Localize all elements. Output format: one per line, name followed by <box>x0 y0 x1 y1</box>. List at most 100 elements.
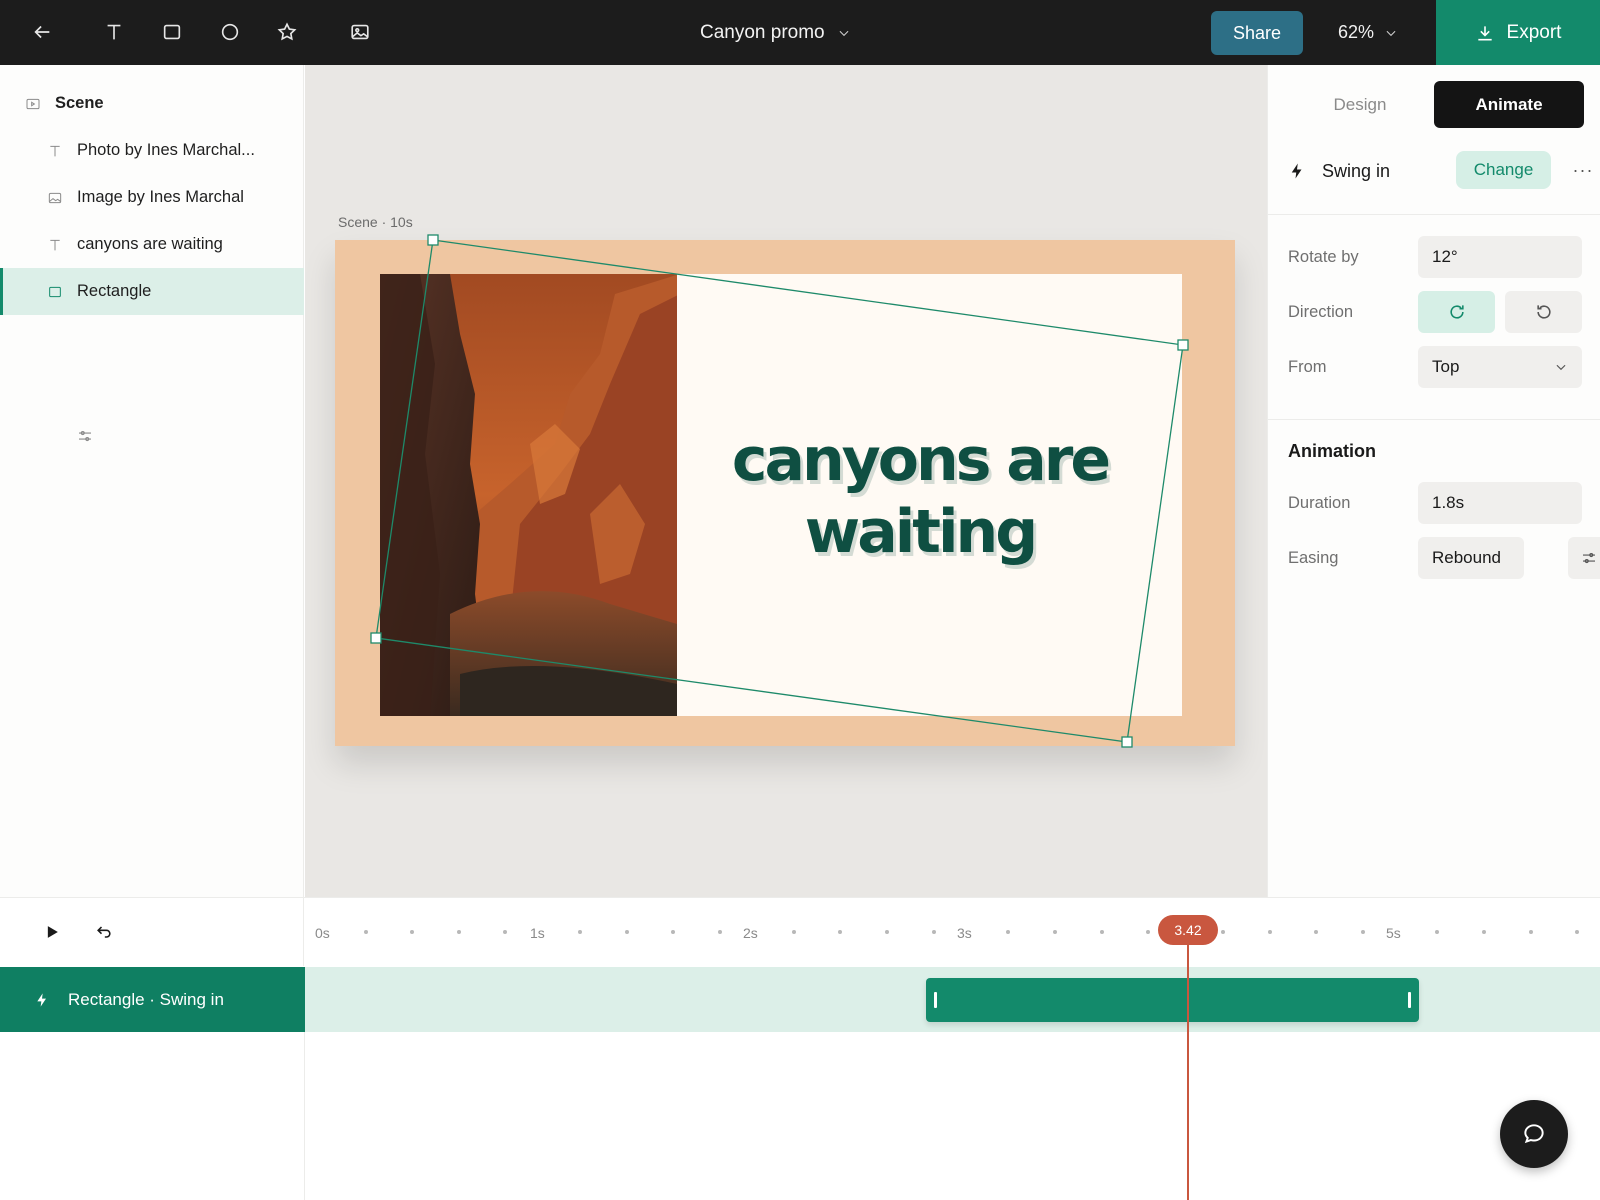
from-select[interactable]: Top <box>1418 346 1582 388</box>
rotate-label: Rotate by <box>1288 248 1359 266</box>
sliders-icon[interactable] <box>76 427 96 447</box>
text-tool-icon[interactable] <box>98 16 130 48</box>
tick-dot <box>838 930 842 934</box>
tab-design[interactable]: Design <box>1285 81 1435 128</box>
tick-dot <box>503 930 507 934</box>
animation-name: Swing in <box>1322 160 1391 181</box>
scene-icon <box>24 95 42 113</box>
layer-label: Image by Ines Marchal <box>77 188 244 206</box>
more-options-icon[interactable]: ··· <box>1570 157 1596 183</box>
tick-dot <box>1575 930 1579 934</box>
animation-track[interactable] <box>305 967 1600 1032</box>
tick-dot <box>1482 930 1486 934</box>
easing-select[interactable]: Rebound <box>1418 537 1524 579</box>
layer-photo-credit-text[interactable]: Photo by Ines Marchal... <box>0 127 304 174</box>
document-title[interactable]: Canyon promo <box>700 0 851 65</box>
clip-start-handle[interactable] <box>934 992 937 1008</box>
tick-dot <box>625 930 629 934</box>
share-button[interactable]: Share <box>1211 11 1303 55</box>
tick-label: 2s <box>743 925 758 941</box>
image-icon <box>46 189 64 207</box>
back-arrow-icon[interactable] <box>26 16 58 48</box>
export-label: Export <box>1506 21 1562 43</box>
layer-image[interactable]: Image by Ines Marchal <box>0 174 304 221</box>
tick-dot <box>885 930 889 934</box>
layers-panel: Scene Photo by Ines Marchal... Image by … <box>0 65 304 897</box>
tick-dot <box>1435 930 1439 934</box>
rectangle-tool-icon[interactable] <box>156 16 188 48</box>
text-icon <box>46 236 64 254</box>
divider <box>1268 214 1600 215</box>
export-button[interactable]: Export <box>1436 0 1600 65</box>
tick-dot <box>1361 930 1365 934</box>
tick-dot <box>1006 930 1010 934</box>
layer-rectangle[interactable]: Rectangle <box>0 268 304 315</box>
tick-dot <box>457 930 461 934</box>
animation-section-title: Animation <box>1288 441 1376 461</box>
chat-button[interactable] <box>1500 1100 1568 1168</box>
timeline: 0s 1s 2s 3s 5s Rectangle · Swing in 3.42 <box>0 897 1600 1200</box>
rotate-counterclockwise-icon <box>1536 305 1551 319</box>
duration-label: Duration <box>1288 494 1351 512</box>
layer-headline-text[interactable]: canyons are waiting <box>0 221 304 268</box>
playback-controls <box>0 898 304 966</box>
from-select-value: Top <box>1432 357 1460 376</box>
tick-dot <box>578 930 582 934</box>
chevron-down-icon <box>1556 364 1566 371</box>
canyon-photo[interactable] <box>380 274 677 716</box>
tick-dot <box>792 930 796 934</box>
playhead-line[interactable] <box>1187 928 1189 1200</box>
play-icon[interactable] <box>40 920 64 944</box>
tick-label: 3s <box>957 925 972 941</box>
tick-label: 1s <box>530 925 545 941</box>
tick-dot <box>364 930 368 934</box>
image-tool-icon[interactable] <box>344 16 376 48</box>
divider <box>1268 419 1600 420</box>
tab-animate[interactable]: Animate <box>1434 81 1584 128</box>
scene-frame[interactable]: canyons are waiting <box>335 240 1235 746</box>
rectangle-icon <box>46 283 64 301</box>
text-icon <box>46 142 64 160</box>
loop-icon[interactable] <box>92 920 116 944</box>
animation-clip[interactable] <box>926 978 1419 1022</box>
duration-input[interactable]: 1.8s <box>1418 482 1582 524</box>
playhead-time[interactable]: 3.42 <box>1158 915 1218 945</box>
tick-dot <box>1146 930 1150 934</box>
layer-scene[interactable]: Scene <box>0 80 304 127</box>
track-label-rectangle-swing-in[interactable]: Rectangle · Swing in <box>0 967 305 1032</box>
document-title-label: Canyon promo <box>700 21 825 43</box>
tick-dot <box>1221 930 1225 934</box>
download-icon <box>1477 25 1492 40</box>
layer-label: Photo by Ines Marchal... <box>77 141 255 159</box>
animation-preset-row: Swing in Change ··· <box>1288 151 1592 191</box>
from-label: From <box>1288 358 1327 376</box>
clip-end-handle[interactable] <box>1408 992 1411 1008</box>
ellipse-tool-icon[interactable] <box>214 16 246 48</box>
direction-counterclockwise-button[interactable] <box>1505 291 1582 333</box>
rotate-input[interactable]: 12° <box>1418 236 1582 278</box>
chat-bubble-icon <box>1524 1124 1544 1144</box>
tick-dot <box>1100 930 1104 934</box>
easing-label: Easing <box>1288 549 1339 567</box>
track-label-text: Rectangle · Swing in <box>68 989 224 1009</box>
easing-settings-button[interactable] <box>1568 537 1600 579</box>
tick-dot <box>718 930 722 934</box>
time-ruler[interactable]: 0s 1s 2s 3s 5s <box>305 898 1600 966</box>
sliders-icon <box>1583 552 1595 564</box>
tick-dot <box>1529 930 1533 934</box>
chevron-down-icon <box>839 30 849 36</box>
rectangle-card[interactable]: canyons are waiting <box>380 274 1182 716</box>
star-tool-icon[interactable] <box>271 16 303 48</box>
change-animation-button[interactable]: Change <box>1456 151 1551 189</box>
layer-label: canyons are waiting <box>77 235 223 253</box>
properties-panel: Design Animate Swing in Change ··· Rotat… <box>1267 65 1600 897</box>
direction-clockwise-button[interactable] <box>1418 291 1495 333</box>
tick-dot <box>410 930 414 934</box>
tick-dot <box>671 930 675 934</box>
zoom-dropdown[interactable]: 62% <box>1338 0 1398 65</box>
rotate-clockwise-icon <box>1449 305 1464 319</box>
layer-label: Scene <box>55 94 104 112</box>
tick-label: 5s <box>1386 925 1401 941</box>
direction-label: Direction <box>1288 303 1354 321</box>
headline-text[interactable]: canyons are waiting <box>710 424 1130 568</box>
